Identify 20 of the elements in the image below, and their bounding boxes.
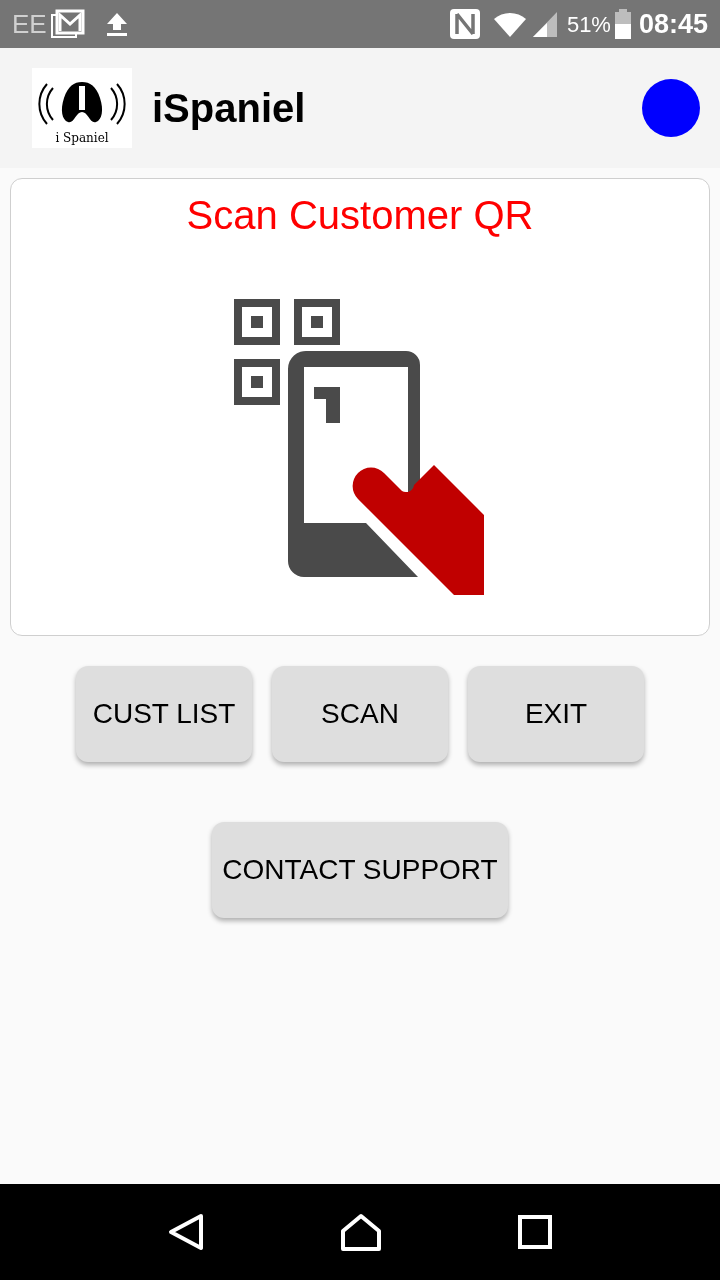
- back-icon[interactable]: [168, 1213, 204, 1251]
- signal-icon: [530, 10, 559, 38]
- action-button[interactable]: SCAN: [272, 666, 448, 762]
- mail-icon: [50, 9, 85, 39]
- battery-percentage: 51%: [566, 10, 611, 39]
- clock: 08:45: [638, 7, 708, 41]
- app-title: iSpaniel: [152, 85, 306, 132]
- action-button[interactable]: CUST LIST: [76, 666, 252, 762]
- home-icon[interactable]: [340, 1213, 382, 1251]
- carrier-label: EE: [12, 7, 47, 41]
- wifi-icon: [492, 10, 527, 38]
- upload-icon: [104, 11, 129, 37]
- card-title: Scan Customer QR: [186, 192, 534, 239]
- qr-phone-scan-icon: [234, 299, 486, 595]
- nfc-icon: [448, 8, 481, 40]
- logo-text: i Spaniel: [55, 132, 109, 144]
- contact-support-button[interactable]: CONTACT SUPPORT: [212, 822, 508, 918]
- battery-icon: [614, 9, 631, 39]
- recents-icon[interactable]: [518, 1215, 552, 1249]
- action-button[interactable]: EXIT: [468, 666, 644, 762]
